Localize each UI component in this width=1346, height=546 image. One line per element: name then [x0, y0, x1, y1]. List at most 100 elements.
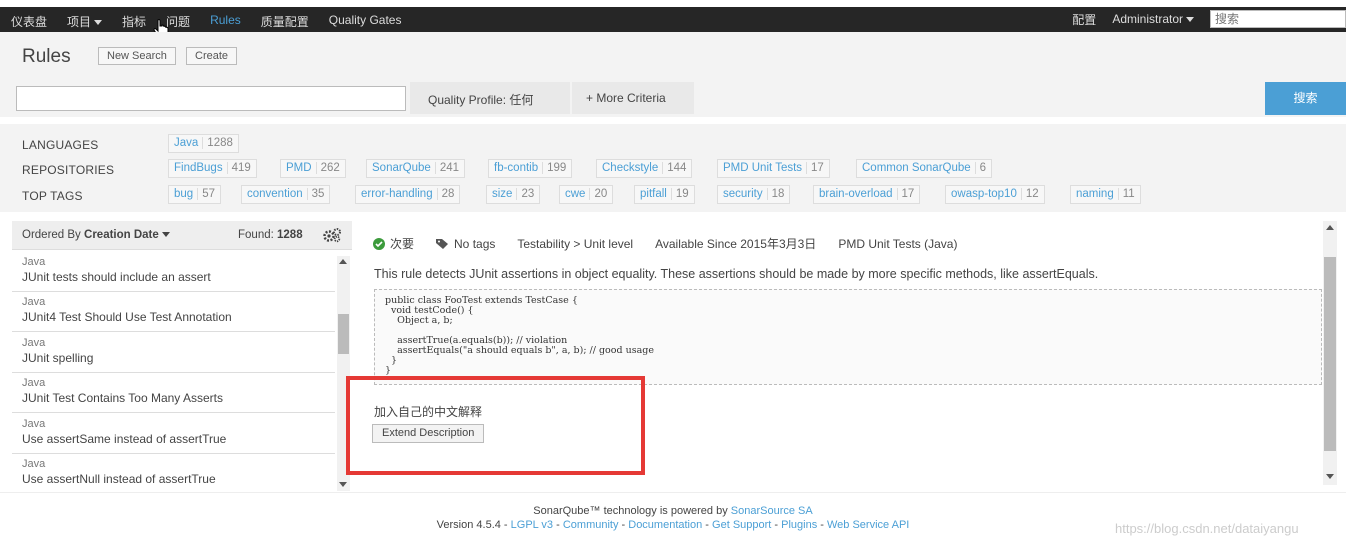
- rule-list-item[interactable]: Java Use assertNull instead of assertTru…: [12, 454, 335, 494]
- license-link[interactable]: LGPL v3: [511, 519, 553, 531]
- nav-settings[interactable]: 配置: [1072, 11, 1096, 28]
- tag-count: 57: [197, 188, 215, 200]
- rules-search-input[interactable]: [16, 86, 406, 111]
- facet-label: LANGUAGES: [22, 138, 99, 152]
- tag-count: 19: [670, 188, 689, 200]
- nav-projects[interactable]: 项目: [67, 13, 103, 30]
- rule-language: Java: [22, 377, 46, 389]
- scroll-up-icon[interactable]: [1326, 225, 1334, 230]
- facet-top-tags: TOP TAGS bug 57 convention 35 error-handli…: [0, 185, 1346, 205]
- nav-dashboard[interactable]: 仪表盘: [11, 13, 47, 30]
- found-value: 1288: [277, 229, 303, 241]
- rule-name: JUnit4 Test Should Use Test Annotation: [22, 310, 232, 324]
- nav-user-menu[interactable]: Administrator: [1112, 12, 1194, 26]
- sonarsource-link[interactable]: SonarSource SA: [731, 505, 813, 517]
- tag-name: Java: [174, 137, 199, 149]
- documentation-link[interactable]: Documentation: [628, 519, 702, 531]
- quality-profile-criterion[interactable]: Quality Profile: 任何: [410, 82, 570, 114]
- top-navigation: 仪表盘 项目 指标 问题 Rules 质量配置 Quality Gates 配置…: [0, 0, 1346, 32]
- facet-tag-pmd[interactable]: PMD 262: [280, 159, 346, 178]
- severity[interactable]: 次要: [373, 235, 414, 252]
- facet-tag-checkstyle[interactable]: Checkstyle 144: [596, 159, 693, 178]
- more-criteria-button[interactable]: + More Criteria: [572, 82, 694, 114]
- facet-tag-findbugs[interactable]: FindBugs 419: [168, 159, 257, 178]
- facet-tag-convention[interactable]: convention 35: [241, 185, 331, 204]
- footer: SonarQube™ technology is powered by Sona…: [0, 492, 1346, 546]
- nav-rules[interactable]: Rules: [210, 13, 241, 30]
- detail-scroll-thumb[interactable]: [1324, 257, 1336, 451]
- facet-tag-sonarqube[interactable]: SonarQube 241: [366, 159, 466, 178]
- scroll-down-icon[interactable]: [1326, 474, 1334, 479]
- create-button[interactable]: Create: [186, 47, 238, 65]
- rule-language: Java: [22, 296, 46, 308]
- bulk-change-gear-icon[interactable]: [322, 227, 342, 243]
- list-scroll-thumb[interactable]: [338, 314, 349, 354]
- rule-name: Use assertNull instead of assertTrue: [22, 472, 216, 486]
- detail-scrollbar[interactable]: [1323, 221, 1337, 485]
- facet-tag-cwe[interactable]: cwe 20: [559, 185, 614, 204]
- facet-tag-java[interactable]: Java 1288: [168, 134, 239, 153]
- get-support-link[interactable]: Get Support: [712, 519, 771, 531]
- rules-list-panel: Ordered By Creation Date Found: 1288 Jav…: [12, 221, 352, 494]
- facet-tag-common-sonarqube[interactable]: Common SonarQube 6: [856, 159, 993, 178]
- facet-tag-error-handling[interactable]: error-handling 28: [355, 185, 461, 204]
- tag-name: naming: [1076, 188, 1114, 200]
- new-search-button[interactable]: New Search: [98, 47, 176, 65]
- scroll-up-icon[interactable]: [339, 259, 347, 264]
- nav-quality-profiles[interactable]: 质量配置: [261, 13, 309, 30]
- user-name: Administrator: [1112, 12, 1183, 26]
- tag-name: FindBugs: [174, 162, 223, 174]
- facet-tag-owasp-top10[interactable]: owasp-top10 12: [945, 185, 1045, 204]
- rule-name: JUnit Test Contains Too Many Asserts: [22, 391, 223, 405]
- tag-name: SonarQube: [372, 162, 431, 174]
- facet-tag-pitfall[interactable]: pitfall 19: [634, 185, 695, 204]
- rule-list-item[interactable]: Java JUnit4 Test Should Use Test Annotat…: [12, 292, 335, 332]
- tag-count: 12: [1020, 188, 1039, 200]
- sort-value: Creation Date: [84, 229, 159, 241]
- rule-meta: 次要 No tags Testability > Unit level Avai…: [373, 235, 979, 252]
- web-service-api-link[interactable]: Web Service API: [827, 519, 909, 531]
- rule-language: Java: [22, 458, 46, 470]
- severity-label: 次要: [390, 237, 415, 251]
- rule-tags[interactable]: No tags: [436, 237, 495, 251]
- chevron-down-icon: [94, 20, 103, 26]
- rule-list-item[interactable]: Java JUnit tests should include an asser…: [12, 252, 335, 292]
- nav-projects-label: 项目: [67, 15, 92, 29]
- community-link[interactable]: Community: [563, 519, 619, 531]
- search-bar: Quality Profile: 任何 + More Criteria 搜索: [0, 80, 1346, 117]
- facet-tag-naming[interactable]: naming 11: [1070, 185, 1141, 204]
- footer-powered-by: SonarQube™ technology is powered by Sona…: [0, 505, 1346, 517]
- found-count: Found: 1288: [238, 229, 303, 241]
- rule-characteristic[interactable]: Testability > Unit level: [517, 237, 633, 251]
- facet-label: TOP TAGS: [22, 189, 83, 203]
- facet-tag-pmd-unit-tests[interactable]: PMD Unit Tests 17: [717, 159, 830, 178]
- scroll-down-icon[interactable]: [339, 482, 347, 487]
- tag-count: 20: [589, 188, 608, 200]
- rule-list-item[interactable]: Java Use assertSame instead of assertTru…: [12, 414, 335, 454]
- check-circle-icon: [373, 237, 385, 250]
- tag-name: Common SonarQube: [862, 162, 971, 174]
- page-header: Rules New Search Create: [0, 32, 1346, 80]
- facet-tag-bug[interactable]: bug 57: [168, 185, 221, 204]
- search-button[interactable]: 搜索: [1265, 82, 1346, 115]
- sort-selector[interactable]: Ordered By Creation Date: [22, 229, 170, 241]
- nav-quality-gates[interactable]: Quality Gates: [329, 13, 402, 30]
- nav-measures[interactable]: 指标: [122, 13, 146, 30]
- facet-tag-size[interactable]: size 23: [486, 185, 541, 204]
- rule-list-item[interactable]: Java JUnit spelling: [12, 333, 335, 373]
- facet-label: REPOSITORIES: [22, 163, 115, 177]
- tag-name: PMD: [286, 162, 312, 174]
- tag-count: 23: [516, 188, 535, 200]
- global-search-input[interactable]: [1210, 10, 1346, 28]
- plugins-link[interactable]: Plugins: [781, 519, 817, 531]
- tag-count: 419: [226, 162, 251, 174]
- code-example: public class FooTest extends TestCase { …: [374, 289, 1322, 385]
- rule-name: Use assertSame instead of assertTrue: [22, 432, 227, 446]
- facet-tag-fb-contib[interactable]: fb-contib 199: [488, 159, 573, 178]
- rule-repository: PMD Unit Tests (Java): [838, 236, 958, 251]
- facet-tag-security[interactable]: security 18: [717, 185, 791, 204]
- facet-tag-brain-overload[interactable]: brain-overload 17: [813, 185, 921, 204]
- rule-list-item[interactable]: Java JUnit Test Contains Too Many Assert…: [12, 373, 335, 413]
- tag-name: convention: [247, 188, 303, 200]
- tag-count: 241: [434, 162, 460, 174]
